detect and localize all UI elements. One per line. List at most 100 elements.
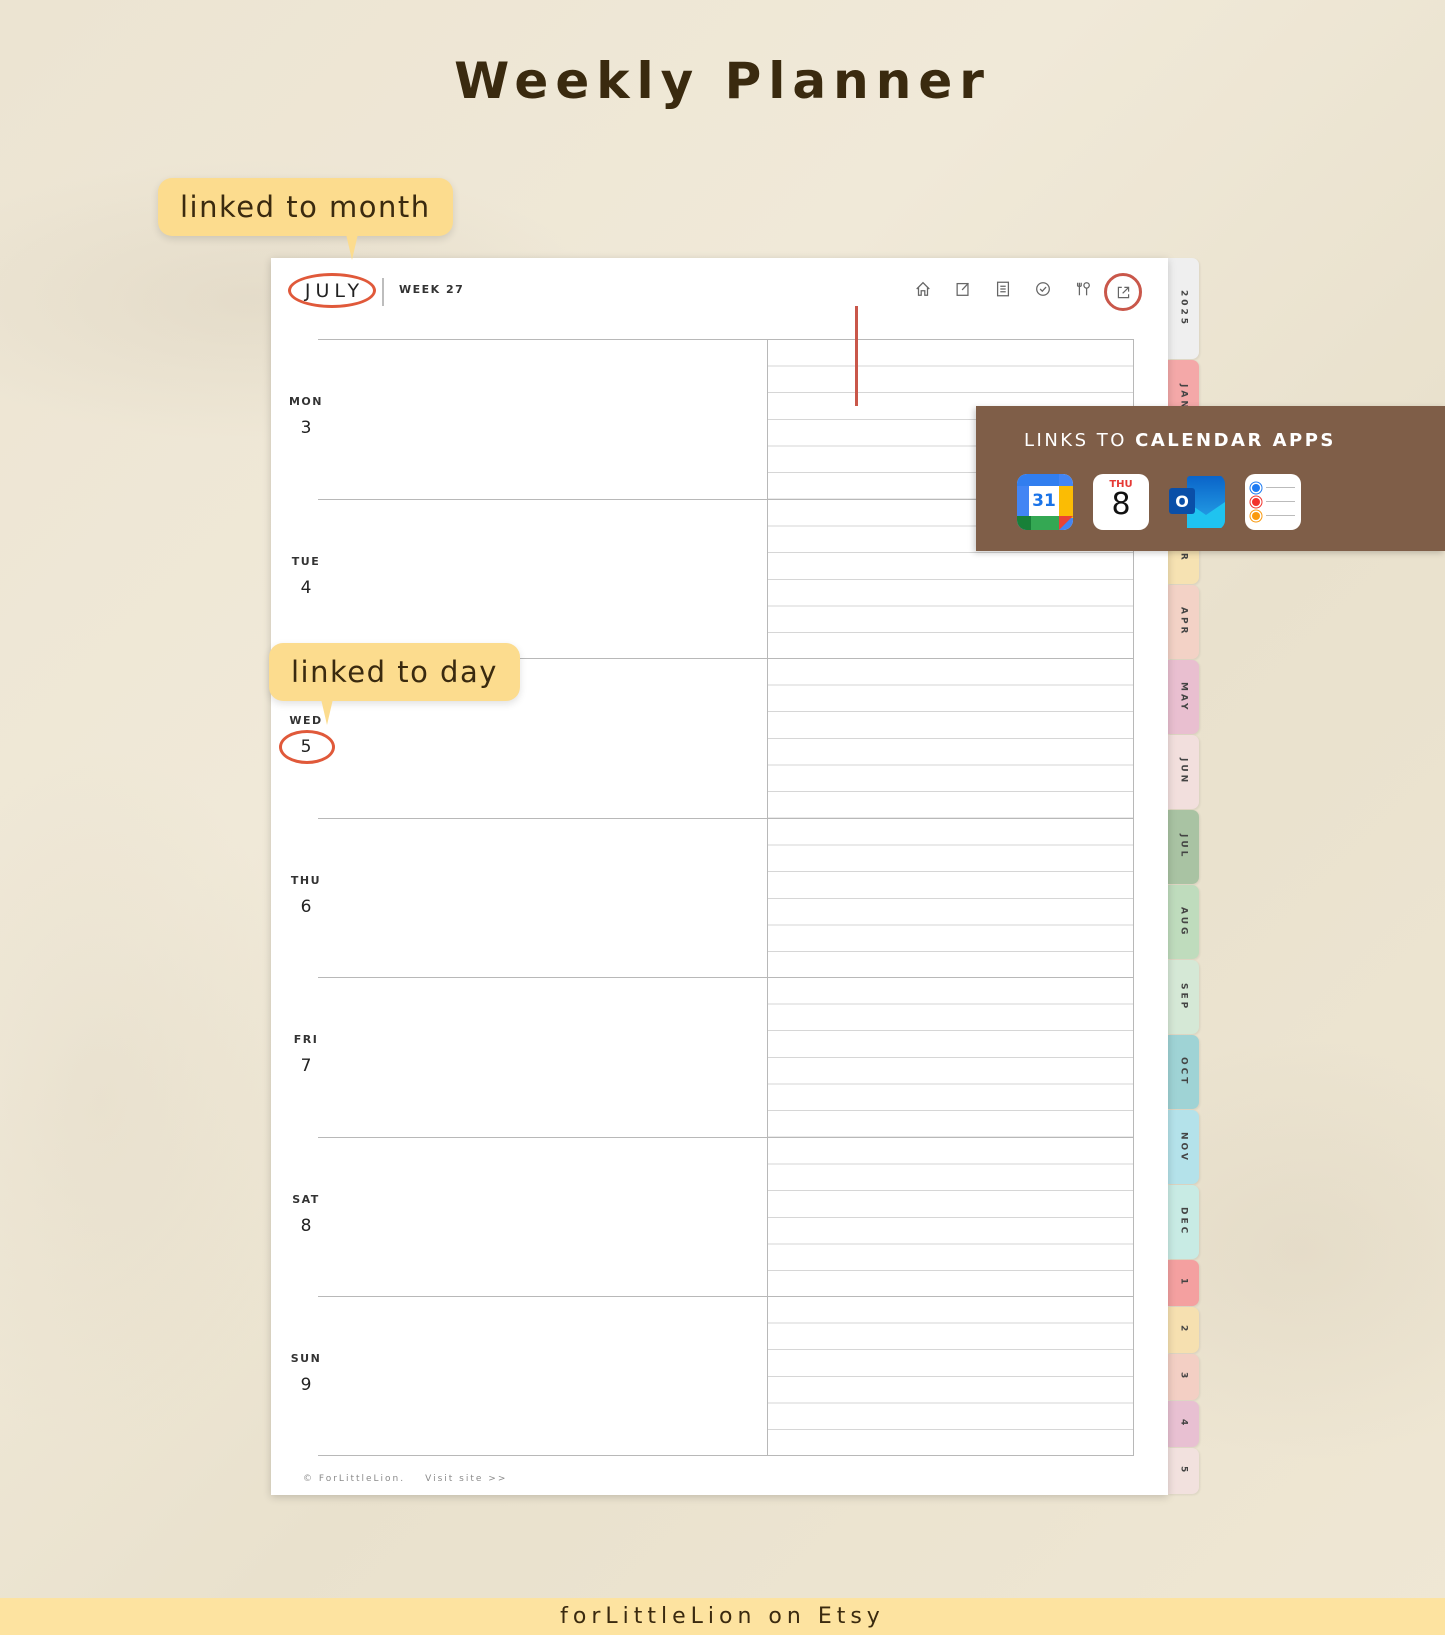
- tab-2[interactable]: 2: [1168, 1307, 1199, 1353]
- day-notes-area[interactable]: [318, 340, 768, 499]
- copyright-text: © ForLittleLion.: [303, 1474, 406, 1484]
- day-name: MON: [288, 395, 323, 408]
- highlight-oval: [279, 730, 335, 764]
- tab-label: OCT: [1178, 1057, 1189, 1087]
- day-number[interactable]: 3: [301, 418, 312, 438]
- day-number[interactable]: 9: [301, 1375, 312, 1395]
- tab-aug[interactable]: AUG: [1168, 885, 1199, 959]
- day-lined-area[interactable]: [768, 1297, 1134, 1455]
- day-number[interactable]: 4: [301, 578, 312, 598]
- tab-4[interactable]: 4: [1168, 1401, 1199, 1447]
- tab-label: DEC: [1178, 1207, 1189, 1237]
- day-number-wrap: 8: [271, 1206, 341, 1236]
- day-number-wrap: 5: [271, 727, 341, 764]
- tab-nov[interactable]: NOV: [1168, 1110, 1199, 1184]
- popup-title-light: LINKS TO: [1024, 430, 1136, 451]
- day-notes-area[interactable]: [318, 818, 768, 977]
- day-label[interactable]: SAT 8: [271, 1193, 341, 1236]
- tab-label: NOV: [1178, 1131, 1189, 1163]
- outlook-icon[interactable]: O: [1169, 474, 1225, 530]
- tab-dec[interactable]: DEC: [1168, 1185, 1199, 1259]
- page-title: Weekly Planner: [454, 52, 991, 110]
- tab-label: 3: [1178, 1372, 1189, 1382]
- callout-tail: [346, 234, 358, 260]
- tab-1[interactable]: 1: [1168, 1260, 1199, 1306]
- export-link-icon: [1117, 286, 1129, 298]
- day-row: SUN 9: [291, 1296, 1134, 1456]
- day-notes-area[interactable]: [318, 978, 768, 1137]
- callout-tail: [321, 699, 333, 725]
- callout-text: linked to day: [291, 655, 498, 689]
- google-calendar-icon[interactable]: 31: [1017, 474, 1073, 530]
- week-label[interactable]: WEEK 27: [399, 283, 464, 296]
- apple-calendar-icon[interactable]: THU 8: [1093, 474, 1149, 530]
- day-number-wrap: 9: [271, 1365, 341, 1395]
- nav-icons: [912, 278, 1094, 300]
- tab-oct[interactable]: OCT: [1168, 1035, 1199, 1109]
- tab-apr[interactable]: APR: [1168, 585, 1199, 659]
- tab-label: 2: [1178, 1325, 1189, 1335]
- tab-jul[interactable]: JUL: [1168, 810, 1199, 884]
- day-name: THU: [290, 873, 322, 887]
- tab-3[interactable]: 3: [1168, 1354, 1199, 1400]
- day-number[interactable]: 7: [301, 1056, 312, 1076]
- apple-calendar-date: 8: [1111, 487, 1131, 522]
- home-icon[interactable]: [912, 278, 934, 300]
- tab-5[interactable]: 5: [1168, 1448, 1199, 1494]
- footer-text: forLittleLion on Etsy: [560, 1604, 885, 1629]
- visit-site-link[interactable]: Visit site >>: [425, 1474, 507, 1484]
- tab-label: JUN: [1178, 758, 1189, 786]
- day-label[interactable]: TUE 4: [271, 555, 341, 598]
- reminders-icon[interactable]: [1245, 474, 1301, 530]
- day-lined-area[interactable]: [768, 1137, 1134, 1296]
- tab-may[interactable]: MAY: [1168, 660, 1199, 734]
- check-circle-icon[interactable]: [1032, 278, 1054, 300]
- day-label[interactable]: MON 3: [271, 395, 341, 438]
- day-notes-area[interactable]: [318, 499, 768, 658]
- export-link-button[interactable]: [1104, 273, 1142, 311]
- callout-linked-to-day: linked to day: [269, 643, 520, 725]
- day-name: SAT: [292, 1192, 320, 1206]
- day-notes-area[interactable]: [318, 1297, 768, 1455]
- day-label[interactable]: SUN 9: [271, 1352, 341, 1395]
- tab-sep[interactable]: SEP: [1168, 960, 1199, 1034]
- day-number[interactable]: 8: [301, 1216, 312, 1236]
- day-number-wrap: 6: [271, 887, 341, 917]
- list-icon[interactable]: [992, 278, 1014, 300]
- day-lined-area[interactable]: [768, 659, 1134, 818]
- callout-text: linked to month: [180, 190, 431, 224]
- day-name: SUN: [290, 1352, 322, 1365]
- tab-label: MAY: [1178, 681, 1189, 713]
- month-label: JULY: [304, 279, 365, 302]
- tab-2025[interactable]: 2025: [1168, 258, 1199, 359]
- day-notes-area[interactable]: [318, 1137, 768, 1296]
- day-lined-area[interactable]: [768, 978, 1134, 1137]
- day-row: SAT 8: [292, 1136, 1134, 1296]
- tab-label: AUG: [1178, 906, 1189, 938]
- day-number-wrap: 4: [271, 568, 341, 598]
- edit-note-icon[interactable]: [952, 278, 974, 300]
- day-lined-area[interactable]: [768, 818, 1134, 977]
- day-number[interactable]: 6: [301, 897, 312, 917]
- tab-label: APR: [1178, 607, 1189, 637]
- tools-icon[interactable]: [1072, 278, 1094, 300]
- footer-bar: forLittleLion on Etsy: [0, 1598, 1445, 1635]
- tab-label: 4: [1178, 1419, 1189, 1429]
- popup-title-bold: CALENDAR APPS: [1135, 430, 1336, 451]
- tab-label: SEP: [1178, 982, 1189, 1012]
- calendar-apps-popup: LINKS TO CALENDAR APPS 31 THU 8 O: [976, 406, 1445, 551]
- tab-label: JUL: [1178, 834, 1189, 860]
- callout-linked-to-month: linked to month: [158, 178, 453, 260]
- day-label[interactable]: THU 6: [271, 874, 341, 917]
- app-icons: 31 THU 8 O: [1017, 474, 1301, 530]
- month-link[interactable]: JULY: [288, 273, 376, 308]
- tab-label: 2025: [1178, 289, 1189, 328]
- connector-line: [855, 306, 858, 406]
- outlook-letter: O: [1169, 488, 1195, 514]
- header-divider: [382, 278, 384, 306]
- day-name: FRI: [293, 1033, 319, 1046]
- day-row: THU 6: [291, 817, 1134, 977]
- tab-label: 5: [1178, 1466, 1189, 1476]
- day-label[interactable]: FRI 7: [271, 1033, 341, 1076]
- tab-jun[interactable]: JUN: [1168, 735, 1199, 809]
